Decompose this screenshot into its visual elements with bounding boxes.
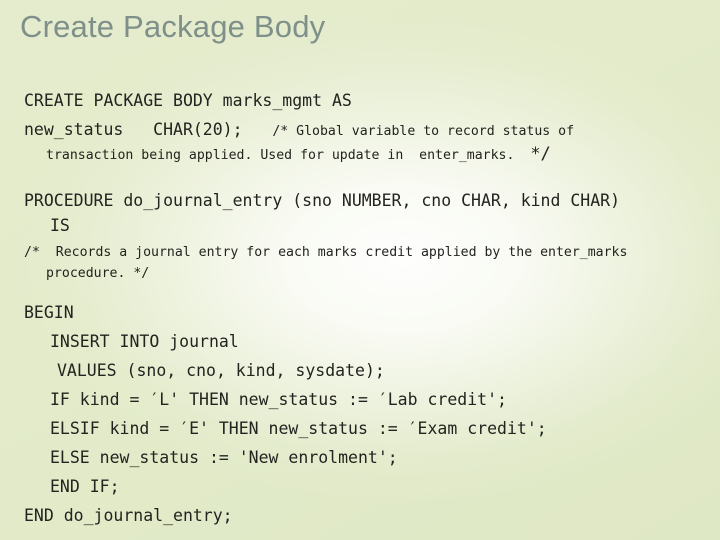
code-line-elsif-exam: ELSIF kind = ′E' THEN new_status := ′Exa… [50,419,547,438]
code-line-end-procedure: END do_journal_entry; [24,506,233,525]
code-line-procedure-comment: /* Records a journal entry for each mark… [24,245,628,260]
code-line-values: VALUES (sno, cno, kind, sysdate); [57,361,385,380]
code-line-procedure-is: IS [50,216,70,235]
code-line-create-package: CREATE PACKAGE BODY marks_mgmt AS [24,91,352,110]
code-line-end-if: END IF; [50,477,120,496]
code-block: CREATE PACKAGE BODY marks_mgmt AS new_st… [0,88,720,528]
page-title: Create Package Body [20,9,326,44]
code-line-new-status-comment-cont: transaction being applied. Used for upda… [0,144,720,166]
code-line-procedure-decl: PROCEDURE do_journal_entry (sno NUMBER, … [24,191,621,210]
code-line-begin: BEGIN [24,303,74,322]
code-line-new-status: new_status CHAR(20); /* Global variable … [0,117,720,144]
code-fragment-comment-open: /* Global variable to record status of [272,124,575,139]
code-line-procedure-comment-cont: procedure. */ [46,266,150,281]
slide-canvas: Create Package Body CREATE PACKAGE BODY … [0,0,720,540]
code-fragment-comment-body: transaction being applied. Used for upda… [46,148,531,163]
code-fragment-comment-close: */ [530,144,551,164]
code-fragment-declaration: new_status CHAR(20); [24,120,273,139]
code-line-if-lab: IF kind = ′L' THEN new_status := ′Lab cr… [50,390,507,409]
code-line-insert-into: INSERT INTO journal [50,332,239,351]
code-line-else-enrolment: ELSE new_status := 'New enrolment'; [50,448,398,467]
